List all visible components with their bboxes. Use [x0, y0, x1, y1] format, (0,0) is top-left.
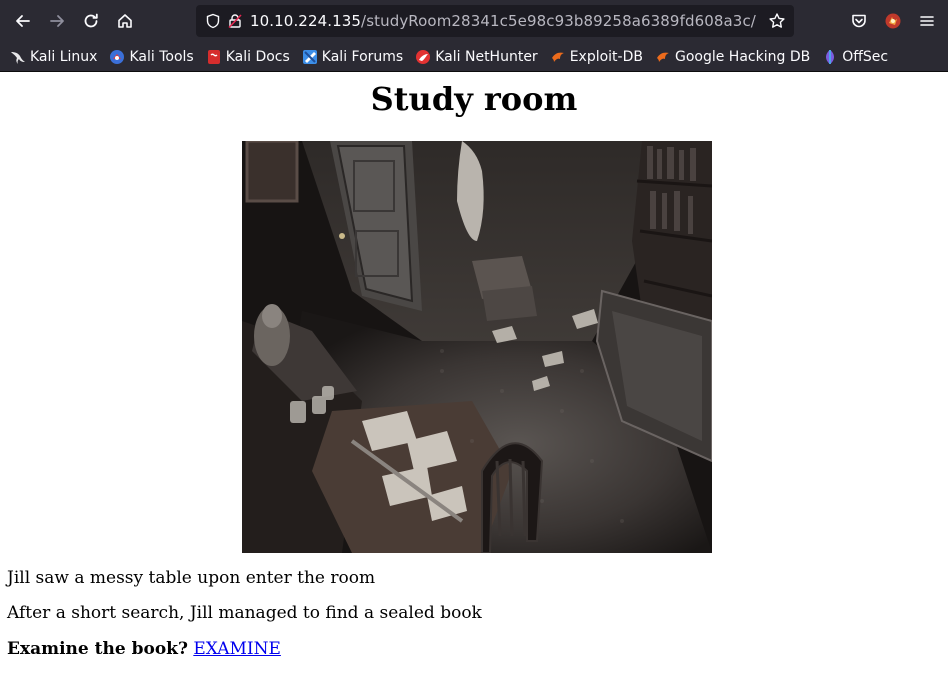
nav-buttons: [6, 5, 142, 37]
page-content: Study room Jill saw a messy table upon e…: [0, 72, 948, 673]
kali-tools-icon: [109, 49, 125, 65]
bookmark-kali-forums[interactable]: Kali Forums: [302, 49, 403, 65]
pocket-button[interactable]: [842, 5, 876, 37]
offsec-icon: [822, 49, 838, 65]
hamburger-menu-icon: [920, 16, 934, 26]
study-room-image: [242, 141, 712, 553]
bookmark-exploit-db[interactable]: Exploit-DB: [550, 49, 643, 65]
bookmark-label: OffSec: [842, 48, 889, 65]
bookmark-label: Exploit-DB: [569, 48, 643, 65]
url-text[interactable]: 10.10.224.135/studyRoom28341c5e98c93b892…: [250, 12, 756, 30]
address-bar[interactable]: 10.10.224.135/studyRoom28341c5e98c93b892…: [196, 5, 794, 37]
home-button[interactable]: [108, 5, 142, 37]
bookmark-kali-linux[interactable]: Kali Linux: [10, 49, 97, 65]
menu-button[interactable]: [910, 5, 944, 37]
description-line-1: Jill saw a messy table upon enter the ro…: [7, 568, 376, 588]
kali-docs-icon: [206, 49, 222, 65]
bookmark-label: Kali Docs: [225, 48, 290, 65]
exploit-db-icon: [550, 49, 566, 65]
insecure-lock-icon[interactable]: [224, 10, 246, 32]
bookmark-label: Kali Tools: [129, 48, 194, 65]
bookmark-kali-nethunter[interactable]: Kali NetHunter: [415, 48, 538, 65]
extension-button[interactable]: [876, 5, 910, 37]
forward-button[interactable]: [40, 5, 74, 37]
ghdb-icon: [655, 49, 671, 65]
page-title: Study room: [370, 80, 578, 118]
home-icon: [118, 14, 132, 28]
back-arrow-icon: [16, 15, 30, 27]
bookmarks-toolbar: Kali Linux Kali Tools Kali Docs Kali For…: [0, 42, 948, 72]
extension-icon: [885, 13, 901, 29]
kali-dragon-icon: [10, 49, 26, 65]
examine-prompt: Examine the book? EXAMINE: [7, 639, 281, 659]
bookmark-offsec[interactable]: OffSec: [822, 49, 888, 65]
toolbar-right: [842, 5, 944, 37]
tracking-shield-icon[interactable]: [202, 10, 224, 32]
reload-button[interactable]: [74, 5, 108, 37]
bookmark-google-hacking-db[interactable]: Google Hacking DB: [655, 49, 810, 65]
back-button[interactable]: [6, 5, 40, 37]
forward-arrow-icon: [50, 15, 64, 27]
reload-icon: [84, 13, 98, 28]
bookmark-label: Kali NetHunter: [435, 48, 538, 65]
nethunter-icon: [415, 49, 431, 65]
bookmark-label: Kali Forums: [321, 48, 404, 65]
url-host: 10.10.224.135: [250, 12, 362, 30]
kali-forums-icon: [302, 49, 318, 65]
browser-toolbar: 10.10.224.135/studyRoom28341c5e98c93b892…: [0, 0, 948, 42]
pocket-icon: [852, 14, 866, 28]
bookmark-label: Kali Linux: [30, 48, 98, 65]
examine-question: Examine the book?: [7, 639, 188, 659]
bookmark-kali-docs[interactable]: Kali Docs: [206, 49, 290, 65]
bookmark-label: Google Hacking DB: [674, 48, 811, 65]
bookmark-kali-tools[interactable]: Kali Tools: [109, 48, 194, 65]
bookmark-star-icon[interactable]: [766, 10, 788, 32]
url-path: /studyRoom28341c5e98c93b89258a6389fd608a…: [361, 12, 756, 30]
examine-link[interactable]: EXAMINE: [193, 639, 281, 659]
description-line-2: After a short search, Jill managed to fi…: [7, 603, 482, 623]
